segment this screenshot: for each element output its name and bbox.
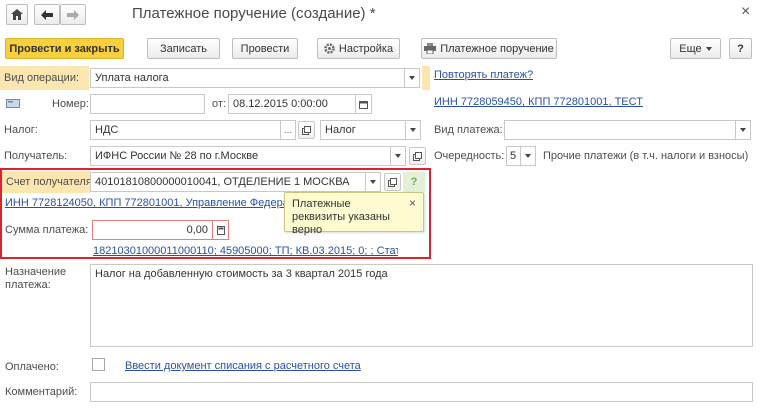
- chevron-down-icon: [525, 154, 531, 158]
- recipient-field[interactable]: ИФНС России № 28 по г.Москве: [90, 146, 391, 166]
- operation-highlight-tail: [422, 66, 430, 90]
- forward-button[interactable]: [60, 4, 86, 25]
- purpose-textarea[interactable]: Налог на добавленную стоимость за 3 квар…: [90, 264, 753, 347]
- calendar-button[interactable]: [356, 94, 372, 114]
- tax-type-dropdown[interactable]: [406, 120, 421, 140]
- more-menu-button[interactable]: Еще: [670, 38, 721, 59]
- tax-field[interactable]: НДС: [90, 120, 281, 140]
- comment-input[interactable]: [90, 382, 753, 402]
- tax-type-field[interactable]: Налог: [320, 120, 406, 140]
- order-description: Прочие платежи (в т.ч. налоги и взносы): [543, 150, 749, 162]
- back-button[interactable]: [34, 4, 60, 25]
- post-and-close-button[interactable]: Провести и закрыть: [5, 38, 124, 59]
- document-number-icon: [6, 99, 20, 108]
- print-payment-order-button[interactable]: Платежное поручение: [421, 38, 557, 59]
- enter-writeoff-link[interactable]: Ввести документ списания с расчетного сч…: [125, 360, 361, 372]
- date-input[interactable]: 08.12.2015 0:00:00: [228, 94, 356, 114]
- tax-label: Налог:: [4, 124, 38, 136]
- settings-button[interactable]: Настройка: [317, 38, 400, 59]
- purpose-label-text: Назначение платежа:: [5, 266, 67, 291]
- chevron-down-icon: [409, 76, 415, 80]
- number-input[interactable]: [90, 94, 205, 114]
- window-title: Платежное поручение (создание) *: [132, 5, 376, 22]
- help-button[interactable]: ?: [729, 38, 752, 59]
- tax-select-button[interactable]: …: [281, 120, 296, 140]
- org-inn-link[interactable]: ИНН 7728059450, КПП 772801001, ТЕСТ: [434, 96, 643, 108]
- payment-type-field[interactable]: [504, 120, 736, 140]
- operation-type-field[interactable]: Уплата налога: [90, 68, 405, 88]
- tax-open-button[interactable]: [298, 121, 315, 139]
- home-icon: [11, 9, 23, 20]
- forward-arrow-icon: [67, 9, 79, 20]
- purpose-label: Назначение платежа:: [5, 266, 75, 292]
- recipient-label: Получатель:: [4, 150, 68, 162]
- date-label: от:: [212, 98, 226, 110]
- recipient-dropdown[interactable]: [391, 146, 406, 166]
- chevron-down-icon: [395, 154, 401, 158]
- payment-type-dropdown[interactable]: [736, 120, 751, 140]
- recipient-open-button[interactable]: [409, 147, 426, 165]
- chevron-down-icon: [410, 128, 416, 132]
- order-label: Очередность:: [434, 150, 505, 162]
- open-icon: [413, 151, 422, 161]
- paid-label: Оплачено:: [5, 361, 59, 373]
- repeat-payment-link[interactable]: Повторять платеж?: [434, 69, 533, 81]
- paid-checkbox[interactable]: [92, 358, 105, 371]
- comment-label: Комментарий:: [5, 386, 78, 398]
- save-button[interactable]: Записать: [147, 38, 220, 59]
- back-arrow-icon: [41, 9, 53, 20]
- printer-icon: [424, 43, 437, 54]
- payment-type-label: Вид платежа:: [434, 124, 503, 136]
- print-label: Платежное поручение: [440, 42, 554, 55]
- operation-type-dropdown[interactable]: [405, 68, 420, 88]
- post-button[interactable]: Провести: [232, 38, 298, 59]
- chevron-down-icon: [705, 46, 712, 51]
- calendar-icon: [359, 100, 368, 109]
- gear-icon: [324, 43, 335, 54]
- more-label: Еще: [679, 42, 702, 55]
- home-button[interactable]: [6, 4, 28, 25]
- settings-label: Настройка: [338, 42, 394, 55]
- order-dropdown[interactable]: [521, 146, 536, 166]
- highlight-frame: [0, 168, 431, 259]
- operation-type-label: Вид операции:: [0, 66, 89, 90]
- number-label: Номер:: [52, 98, 89, 110]
- close-icon[interactable]: ×: [741, 3, 750, 21]
- order-field[interactable]: 5: [506, 146, 521, 166]
- chevron-down-icon: [740, 128, 746, 132]
- open-icon: [302, 125, 311, 135]
